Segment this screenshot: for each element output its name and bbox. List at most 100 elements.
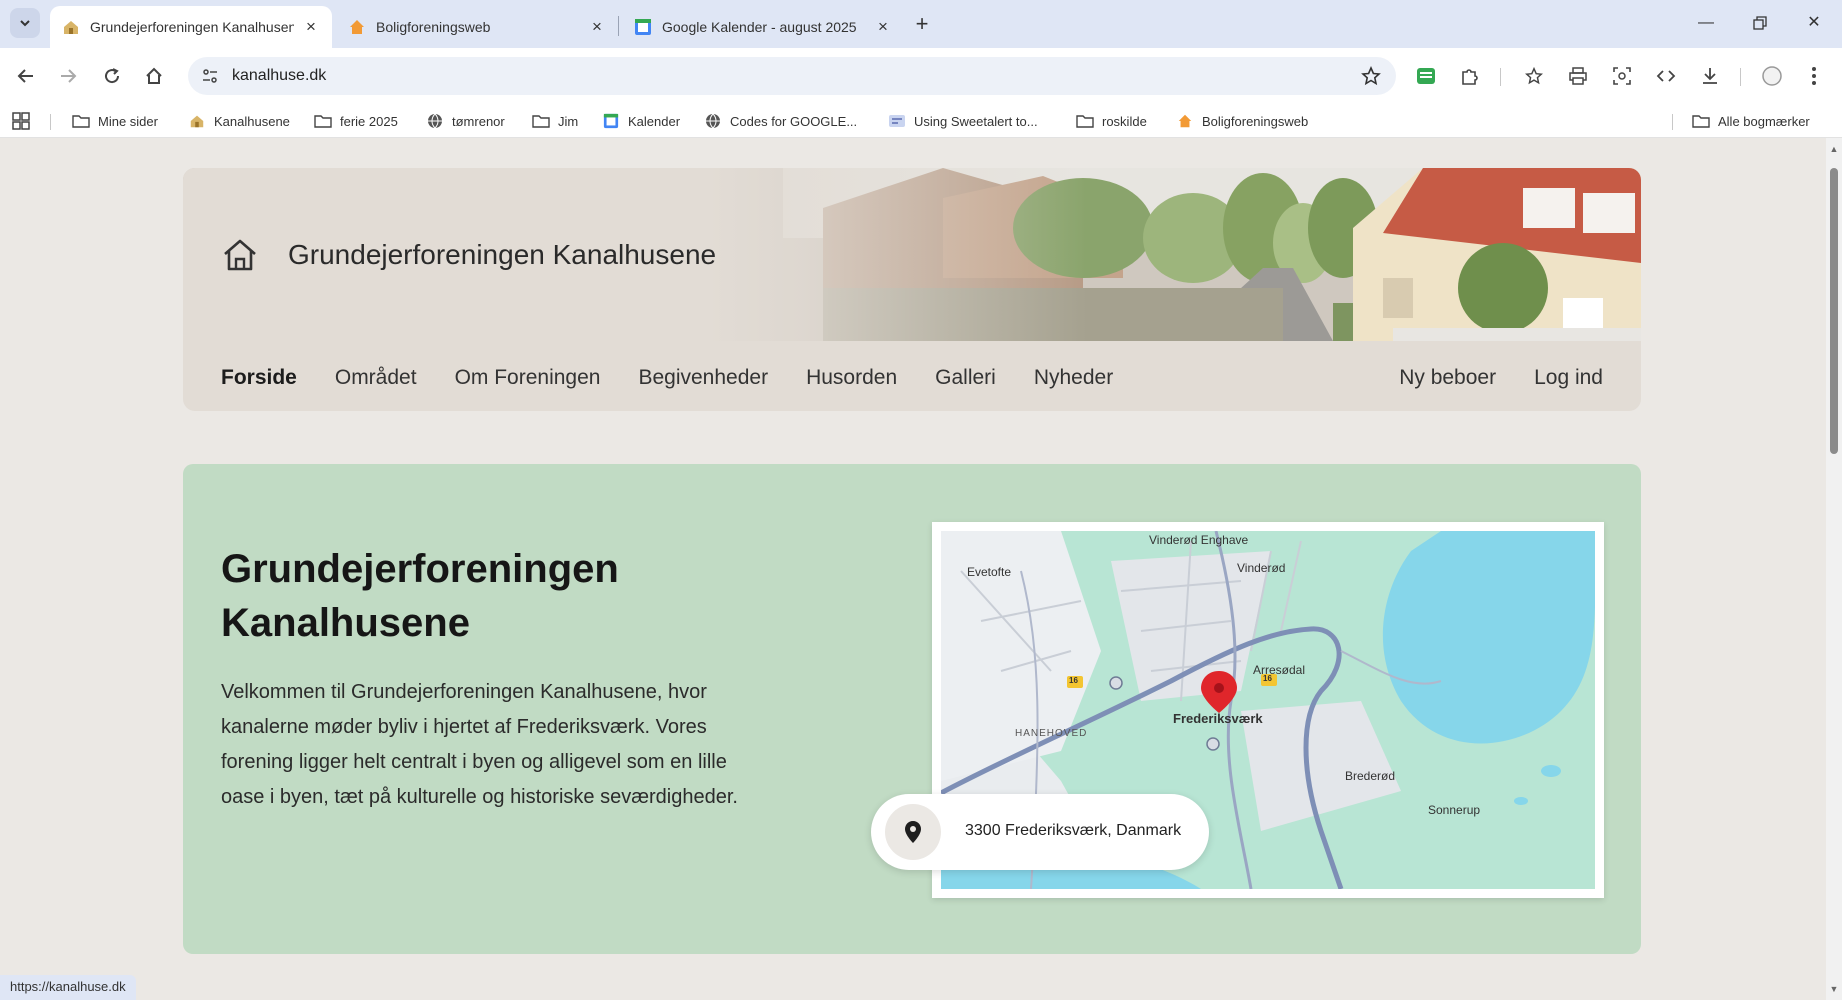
restore-icon[interactable] <box>1742 8 1778 38</box>
orange-house-icon <box>1176 113 1194 129</box>
bookmark-item[interactable]: Kalender <box>602 110 680 132</box>
nav-item-om-foreningen[interactable]: Om Foreningen <box>455 366 601 390</box>
hero-section: Grundejerforeningen Kanalhusene Velkomme… <box>183 464 1641 954</box>
browser-toolbar: kanalhuse.dk <box>0 48 1842 104</box>
extension-green-icon[interactable] <box>1412 62 1440 90</box>
home-icon[interactable] <box>138 60 170 92</box>
bookmarks-bar: Mine sider Kanalhusene ferie 2025 tømren… <box>0 104 1842 138</box>
bookmark-item[interactable]: Kanalhusene <box>188 110 290 132</box>
bookmark-item[interactable]: Jim <box>532 110 578 132</box>
bookmark-label: Mine sider <box>98 113 158 129</box>
new-resident-link[interactable]: Ny beboer <box>1399 366 1496 390</box>
address-card[interactable]: 3300 Frederiksværk, Danmark <box>871 794 1209 870</box>
hero-intro-text: Velkommen til Grundejerforeningen Kanalh… <box>221 681 738 808</box>
location-pin-icon <box>885 804 941 860</box>
home-icon[interactable] <box>221 236 259 274</box>
map-label: Brederød <box>1345 769 1396 783</box>
profile-avatar-icon[interactable] <box>1758 62 1786 90</box>
apps-grid-icon[interactable] <box>12 110 30 132</box>
folder-icon <box>314 113 332 129</box>
tab-google-calendar[interactable]: Google Kalender - august 2025 × <box>622 6 904 48</box>
google-calendar-icon <box>634 18 652 36</box>
tab-separator <box>618 16 619 36</box>
minimize-icon[interactable]: — <box>1688 8 1724 38</box>
bookmark-label: ferie 2025 <box>340 113 398 129</box>
tab-kanalhusene[interactable]: Grundejerforeningen Kanalhusene × <box>50 6 332 48</box>
map-label: Vinderød <box>1237 561 1286 575</box>
bookmark-item[interactable]: ferie 2025 <box>314 110 398 132</box>
login-link[interactable]: Log ind <box>1534 366 1603 390</box>
bookmark-item[interactable]: roskilde <box>1076 110 1147 132</box>
download-icon[interactable] <box>1696 62 1724 90</box>
road-number: 16 <box>1069 676 1078 685</box>
back-icon[interactable] <box>10 60 42 92</box>
toolbar-divider <box>1740 68 1741 86</box>
nav-item-galleri[interactable]: Galleri <box>935 366 996 390</box>
bookmark-label: Boligforeningsweb <box>1202 113 1309 129</box>
chevron-down-icon <box>20 20 30 27</box>
bookmark-label: Kanalhusene <box>214 113 290 129</box>
tab-title: Grundejerforeningen Kanalhusene <box>90 19 294 35</box>
sweetalert-icon <box>888 113 906 129</box>
map-label: HANEHOVED <box>1015 728 1088 739</box>
nav-item-begivenheder[interactable]: Begivenheder <box>638 366 768 390</box>
url-text: kanalhuse.dk <box>232 67 327 84</box>
print-icon[interactable] <box>1564 62 1592 90</box>
close-window-icon[interactable]: ✕ <box>1796 8 1832 38</box>
hero-title: Grundejerforeningen Kanalhusene <box>221 547 619 645</box>
site-header: Grundejerforeningen Kanalhusene Forside … <box>183 168 1641 411</box>
bookmark-label: Codes for GOOGLE... <box>730 113 858 129</box>
new-tab-button[interactable]: + <box>908 10 936 38</box>
toolbar-divider <box>1500 68 1501 86</box>
address-bar[interactable]: kanalhuse.dk <box>188 57 1396 95</box>
screenshot-icon[interactable] <box>1608 62 1636 90</box>
site-settings-icon[interactable] <box>200 66 220 86</box>
address-text: 3300 Frederiksværk, Danmark <box>965 822 1182 839</box>
scroll-down-icon[interactable]: ▼ <box>1829 984 1839 994</box>
account-navigation: Ny beboer Log ind <box>1399 366 1603 390</box>
bookmark-item[interactable]: Codes for GOOGLE... <box>704 110 857 132</box>
bookmark-item[interactable]: Mine sider <box>72 110 158 132</box>
all-bookmarks-label: Alle bogmærker <box>1718 113 1810 129</box>
nav-item-omradet[interactable]: Området <box>335 366 417 390</box>
menu-dots-icon[interactable] <box>1800 62 1828 90</box>
nav-item-husorden[interactable]: Husorden <box>806 366 897 390</box>
all-bookmarks-button[interactable]: Alle bogmærker <box>1692 110 1810 132</box>
bookmark-item[interactable]: Boligforeningsweb <box>1176 110 1308 132</box>
google-calendar-icon <box>602 113 620 129</box>
brand-name[interactable]: Grundejerforeningen Kanalhusene <box>288 239 716 271</box>
map-label: Vinderød Enghave <box>1149 533 1249 547</box>
bookmark-label: tømrenor <box>452 113 505 129</box>
globe-icon <box>426 113 444 129</box>
close-icon[interactable]: × <box>302 18 320 36</box>
map-label: Sonnerup <box>1428 803 1481 817</box>
orange-house-icon <box>348 18 366 36</box>
nav-item-nyheder[interactable]: Nyheder <box>1034 366 1113 390</box>
devtools-code-icon[interactable] <box>1652 62 1680 90</box>
bookmark-item[interactable]: tømrenor <box>426 110 505 132</box>
close-icon[interactable]: × <box>874 18 892 36</box>
forward-icon[interactable] <box>52 60 84 92</box>
house-logo-icon <box>188 113 206 129</box>
favorites-icon[interactable] <box>1520 62 1548 90</box>
bookmark-separator <box>50 114 51 130</box>
page-scrollbar[interactable]: ▲ ▼ <box>1826 138 1842 1000</box>
scrollbar-thumb[interactable] <box>1830 168 1838 454</box>
tab-search-button[interactable] <box>10 8 40 38</box>
nav-item-forside[interactable]: Forside <box>221 366 297 390</box>
tab-boligforeningsweb[interactable]: Boligforeningsweb × <box>336 6 618 48</box>
tab-title: Google Kalender - august 2025 <box>662 19 857 35</box>
reload-icon[interactable] <box>96 60 128 92</box>
road-number: 16 <box>1263 674 1272 683</box>
map-label-frederiksvaerk: Frederiksværk <box>1173 711 1263 726</box>
close-icon[interactable]: × <box>588 18 606 36</box>
folder-icon <box>1076 113 1094 129</box>
bookmark-label: roskilde <box>1102 113 1147 129</box>
bookmark-label: Jim <box>558 113 579 129</box>
folder-icon <box>532 113 550 129</box>
folder-icon <box>1692 113 1710 129</box>
bookmark-item[interactable]: Using Sweetalert to... <box>888 110 1038 132</box>
scroll-up-icon[interactable]: ▲ <box>1829 144 1839 154</box>
extensions-puzzle-icon[interactable] <box>1456 62 1484 90</box>
bookmark-star-icon[interactable] <box>1360 65 1382 87</box>
